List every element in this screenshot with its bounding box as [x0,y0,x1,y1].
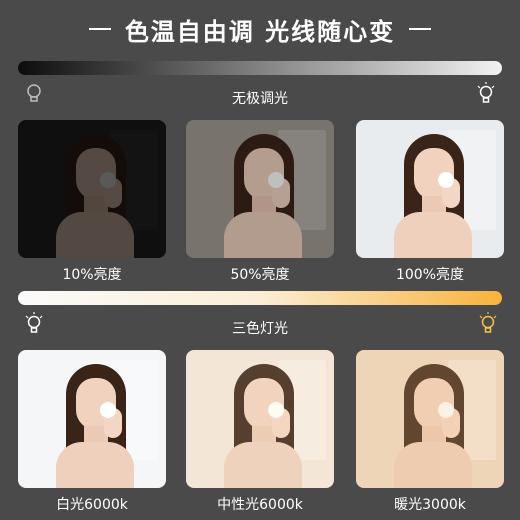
photo-neutral-light [186,350,334,488]
title-left-dash [88,28,111,30]
color-temp-section-label: 三色灯光 [232,321,288,337]
caption-brightness-10: 10%亮度 [62,267,122,283]
photo-warm-light [356,350,504,488]
brightness-gradient-bar [18,61,502,75]
photo-brightness-10 [18,120,166,258]
caption-warm-light: 暖光3000k [394,497,466,513]
caption-white-light: 白光6000k [56,497,128,513]
title-text: 色温自由调 光线随心变 [124,17,396,46]
caption-neutral-light: 中性光6000k [217,497,303,513]
caption-brightness-100: 100%亮度 [395,267,465,283]
title-right-dash [409,28,432,30]
photo-white-light [18,350,166,488]
brightness-section-label: 无极调光 [232,91,288,107]
caption-brightness-50: 50%亮度 [230,267,290,283]
page-title: 色温自由调 光线随心变 [0,12,520,46]
photo-brightness-50 [186,120,334,258]
photo-brightness-100 [356,120,504,258]
color-temperature-gradient-bar [18,291,502,305]
